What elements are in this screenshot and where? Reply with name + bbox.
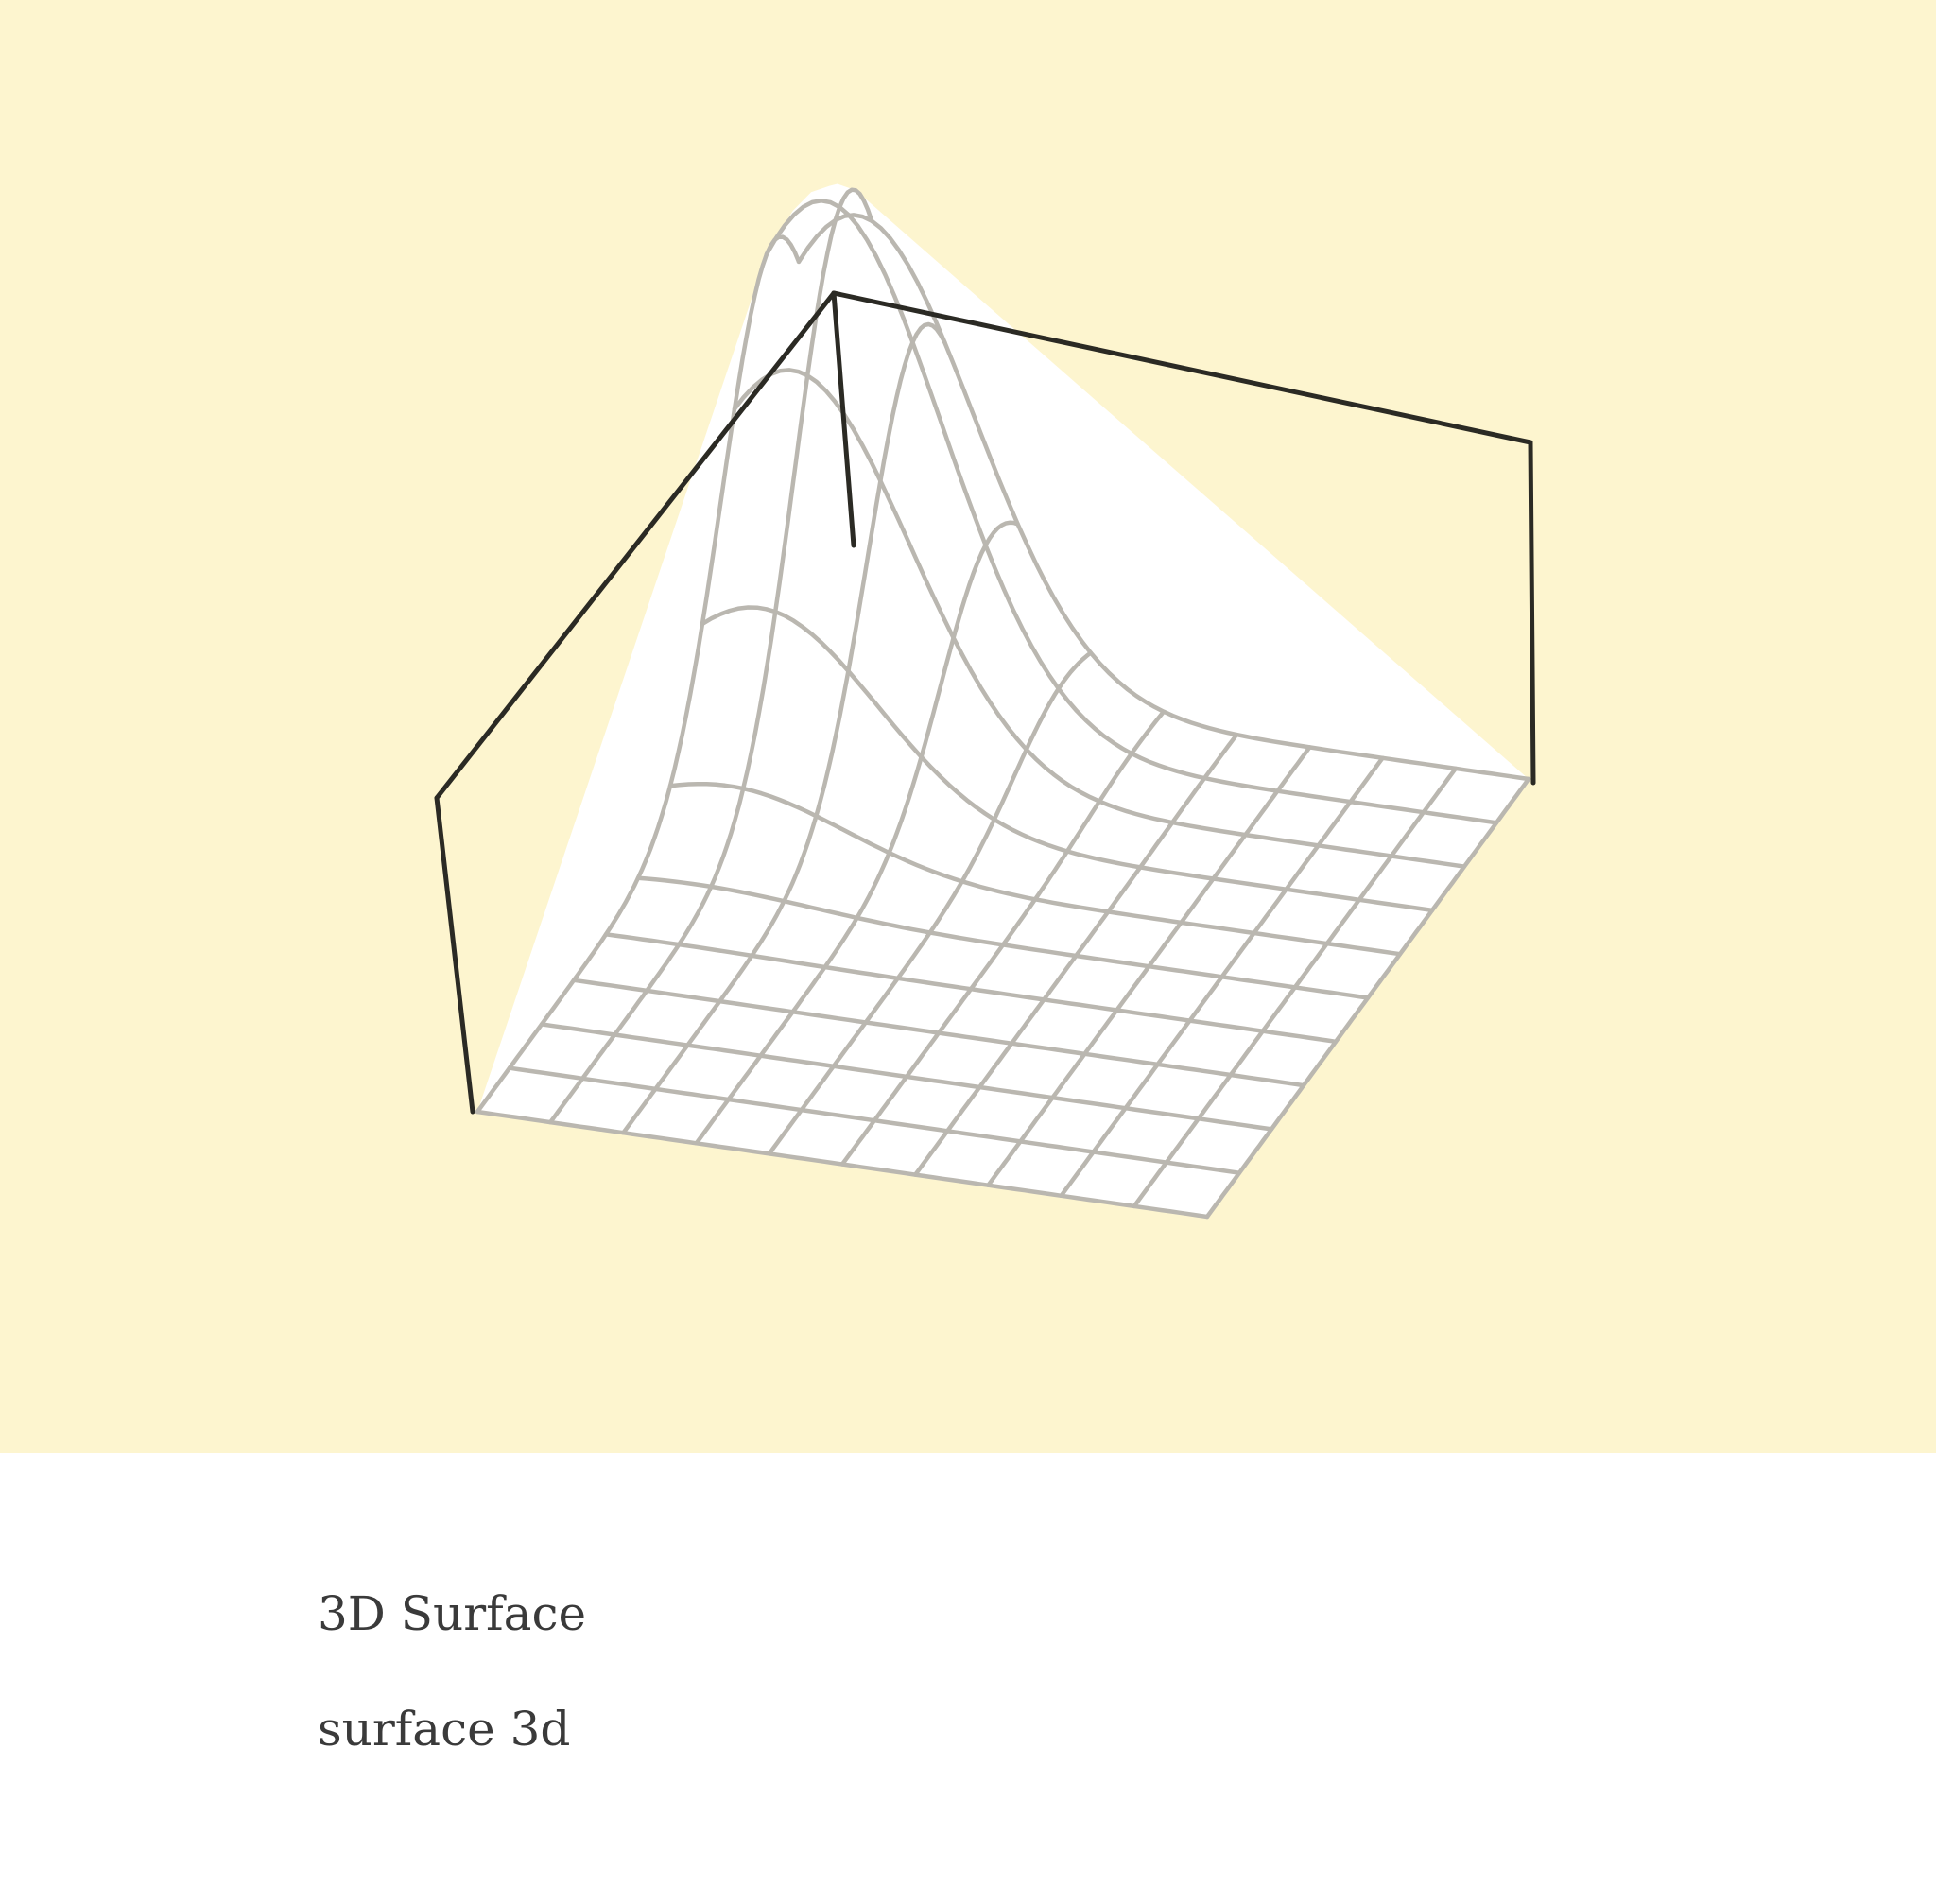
caption-panel [0, 1453, 1936, 1904]
surface-3d-illustration [0, 0, 1936, 1453]
caption-subtitle: surface 3d [318, 1702, 571, 1757]
illustration-panel [0, 0, 1936, 1453]
caption-title: 3D Surface [318, 1586, 587, 1641]
frame-right-post [1528, 440, 1536, 786]
